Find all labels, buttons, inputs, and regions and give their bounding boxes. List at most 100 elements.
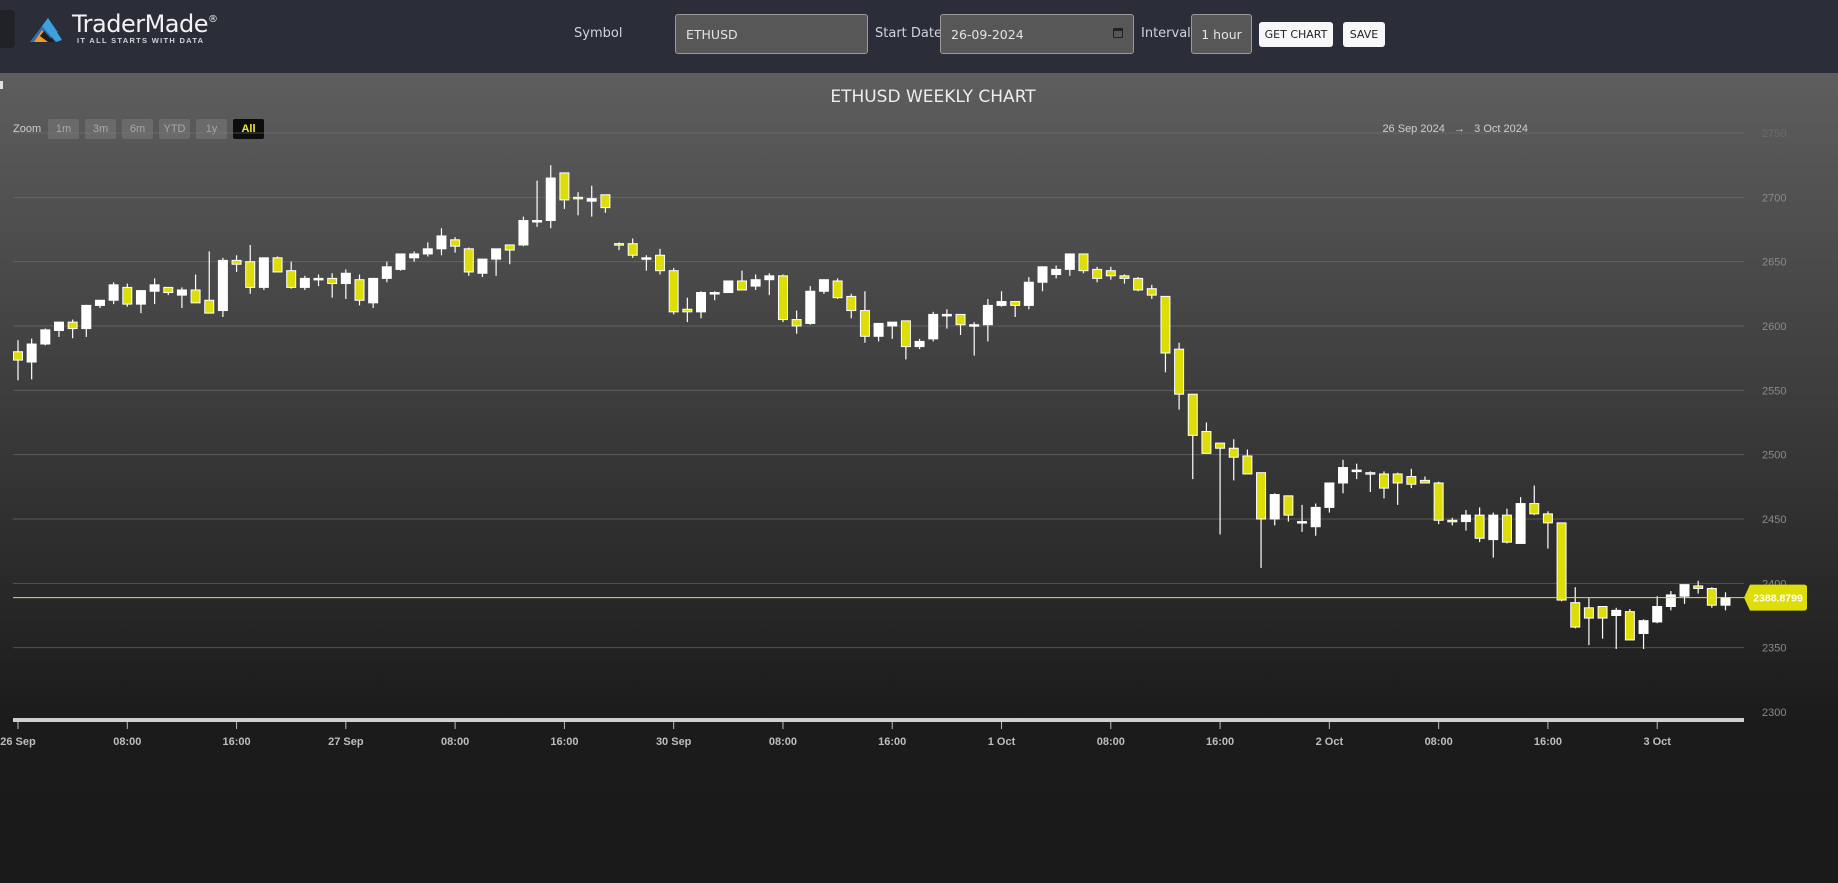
candle-down[interactable]: [13, 351, 23, 361]
candle-down[interactable]: [504, 244, 515, 251]
candle-down[interactable]: [1215, 442, 1226, 449]
candlestick-plot[interactable]: 2300235024002450250025502600265027002750…: [0, 73, 1838, 883]
candle-up[interactable]: [805, 290, 816, 324]
symbol-input[interactable]: ETHUSD: [675, 14, 868, 54]
candle-up[interactable]: [545, 177, 556, 221]
candle-up[interactable]: [1051, 268, 1062, 276]
candle-up[interactable]: [53, 321, 64, 332]
candle-down[interactable]: [1105, 270, 1116, 277]
save-button[interactable]: SAVE: [1343, 22, 1385, 47]
candle-up[interactable]: [696, 292, 706, 313]
candle-up[interactable]: [709, 292, 720, 295]
candle-down[interactable]: [1501, 514, 1512, 543]
candle-down[interactable]: [1706, 587, 1717, 606]
candle-up[interactable]: [1515, 503, 1526, 544]
candle-down[interactable]: [1010, 301, 1021, 306]
candle-down[interactable]: [1392, 473, 1403, 484]
candle-up[interactable]: [94, 299, 105, 306]
candle-up[interactable]: [996, 301, 1007, 306]
candle-up[interactable]: [764, 275, 775, 281]
candle-up[interactable]: [1460, 514, 1471, 523]
candle-down[interactable]: [1256, 472, 1267, 520]
calendar-icon[interactable]: [1113, 28, 1123, 38]
candle-up[interactable]: [941, 313, 952, 317]
candle-down[interactable]: [791, 319, 802, 327]
candle-up[interactable]: [1652, 605, 1663, 623]
candle-down[interactable]: [1624, 611, 1635, 641]
candle-up[interactable]: [299, 277, 310, 288]
candle-up[interactable]: [135, 290, 146, 305]
candle-up[interactable]: [928, 313, 939, 340]
interval-select[interactable]: 1 hour: [1191, 14, 1252, 54]
candle-down[interactable]: [1556, 522, 1567, 601]
candle-down[interactable]: [463, 248, 474, 273]
candle-down[interactable]: [1228, 447, 1239, 458]
candle-down[interactable]: [272, 257, 283, 273]
candle-down[interactable]: [1078, 253, 1089, 272]
candle-down[interactable]: [1570, 602, 1581, 628]
candle-down[interactable]: [245, 261, 256, 288]
candle-up[interactable]: [1064, 253, 1075, 270]
candle-down[interactable]: [846, 295, 857, 312]
candle-up[interactable]: [532, 219, 543, 223]
candle-down[interactable]: [163, 286, 174, 294]
candle-up[interactable]: [914, 340, 925, 348]
candle-down[interactable]: [1379, 473, 1389, 489]
candle-up[interactable]: [586, 198, 597, 202]
candle-up[interactable]: [1297, 521, 1308, 524]
candle-down[interactable]: [1529, 503, 1540, 515]
candle-down[interactable]: [955, 313, 966, 326]
candle-down[interactable]: [832, 280, 843, 299]
candle-down[interactable]: [190, 289, 201, 304]
candle-up[interactable]: [149, 284, 160, 292]
candle-up[interactable]: [381, 266, 392, 279]
candle-down[interactable]: [1242, 455, 1253, 475]
candle-up[interactable]: [436, 235, 447, 250]
candle-down[interactable]: [655, 254, 666, 272]
candle-up[interactable]: [750, 279, 761, 287]
candle-down[interactable]: [668, 270, 679, 313]
candle-up[interactable]: [176, 289, 187, 296]
candle-down[interactable]: [1201, 431, 1212, 454]
candle-down[interactable]: [1283, 495, 1294, 516]
candle-down[interactable]: [900, 320, 911, 348]
candle-down[interactable]: [559, 172, 570, 201]
candle-down[interactable]: [1447, 519, 1458, 523]
candle-up[interactable]: [26, 343, 37, 363]
candle-down[interactable]: [204, 299, 215, 314]
candle-down[interactable]: [1583, 607, 1594, 619]
candle-up[interactable]: [887, 321, 898, 327]
candle-down[interactable]: [286, 270, 297, 288]
candle-up[interactable]: [313, 277, 324, 281]
candle-down[interactable]: [1092, 268, 1103, 279]
candle-down[interactable]: [600, 194, 611, 209]
candle-up[interactable]: [217, 259, 228, 312]
candle-down[interactable]: [67, 321, 78, 330]
candle-up[interactable]: [1023, 281, 1034, 306]
candle-up[interactable]: [409, 253, 420, 259]
candle-down[interactable]: [1433, 482, 1444, 521]
get-chart-button[interactable]: GET CHART: [1259, 22, 1333, 47]
candle-down[interactable]: [1419, 479, 1430, 484]
candle-up[interactable]: [1679, 584, 1690, 597]
candle-down[interactable]: [450, 239, 461, 247]
candle-up[interactable]: [641, 257, 652, 260]
candle-down[interactable]: [1119, 275, 1130, 279]
candle-down[interactable]: [1160, 295, 1171, 354]
candle-down[interactable]: [627, 243, 638, 256]
candle-down[interactable]: [682, 308, 693, 313]
candle-up[interactable]: [1488, 514, 1499, 541]
candle-down[interactable]: [777, 275, 788, 321]
candle-up[interactable]: [1269, 494, 1280, 520]
candle-down[interactable]: [1133, 277, 1144, 291]
candle-down[interactable]: [231, 259, 242, 265]
candle-down[interactable]: [614, 243, 625, 246]
candle-down[interactable]: [573, 196, 584, 200]
candle-down[interactable]: [1693, 585, 1704, 589]
candle-up[interactable]: [1638, 620, 1649, 635]
candle-up[interactable]: [518, 219, 529, 246]
candle-down[interactable]: [1174, 348, 1185, 395]
candle-down[interactable]: [1365, 472, 1376, 475]
candle-up[interactable]: [81, 304, 92, 330]
candle-up[interactable]: [818, 279, 829, 292]
